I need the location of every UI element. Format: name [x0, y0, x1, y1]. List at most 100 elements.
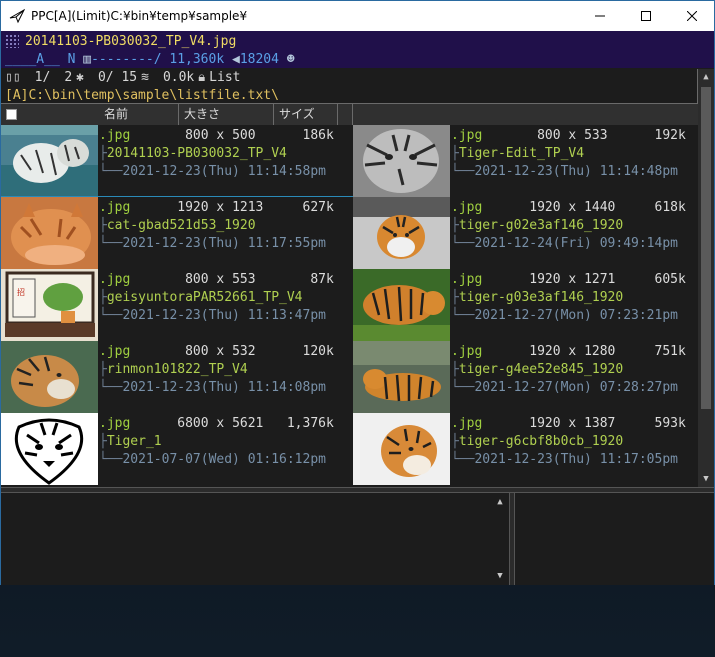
entry-name: Tiger-Edit_TP_V4 — [458, 146, 585, 161]
database-icon: ≋ — [141, 70, 149, 85]
select-all-checkbox[interactable] — [6, 109, 17, 120]
entry-size: 618k — [654, 200, 686, 215]
file-entry[interactable]: .jpg 1920 x 1440 618k ├tiger-g02e3af146_… — [353, 197, 698, 269]
tiger-lineart-thumbnail — [1, 413, 98, 485]
column-size[interactable]: サイズ — [274, 104, 338, 125]
file-entry[interactable]: 招 .jpg 800 x 553 87k ├geisyuntoraPAR5266… — [1, 269, 353, 341]
path-line[interactable]: [A]C:\bin\temp\sample\listfile.txt\ — [1, 87, 698, 104]
status-mode: List — [209, 70, 241, 85]
entry-details: .jpg 800 x 500 186k ├20141103-PB030032_T… — [99, 128, 334, 179]
entry-dims: 1920 x 1213 — [177, 200, 264, 215]
list-scrollbar[interactable]: ▲ ▼ — [698, 69, 714, 487]
entry-ext: .jpg — [99, 272, 131, 287]
entry-details: .jpg 800 x 533 192k ├Tiger-Edit_TP_V4 └─… — [451, 128, 686, 179]
current-filename: 20141103-PB030032_TP_V4.jpg — [25, 34, 237, 49]
close-icon — [687, 11, 697, 21]
attr-size: --------/ 11,360k — [91, 52, 232, 67]
entry-name: cat-gbad521d53_1920 — [106, 218, 256, 233]
entry-ext: .jpg — [451, 416, 483, 431]
entry-name: geisyuntoraPAR52661_TP_V4 — [106, 290, 303, 305]
entry-name: rinmon101822_TP_V4 — [106, 362, 248, 377]
entry-details: .jpg 800 x 553 87k ├geisyuntoraPAR52661_… — [99, 272, 334, 323]
file-entry[interactable]: .jpg 6800 x 5621 1,376k ├Tiger_1 └──2021… — [1, 413, 353, 485]
entry-date: 2021-12-23(Thu) 11:13:47pm — [122, 308, 326, 323]
entry-details: .jpg 1920 x 1387 593k ├tiger-g6cbf8b0cb_… — [451, 416, 686, 467]
status-page: 1/ — [34, 70, 51, 85]
window-title: PPC[A](Limit)C:¥bin¥temp¥sample¥ — [31, 9, 248, 23]
file-entry[interactable]: .jpg 800 x 532 120k ├rinmon101822_TP_V4 … — [1, 341, 353, 413]
log-pane[interactable] — [1, 493, 509, 585]
entry-size: 593k — [654, 416, 686, 431]
column-header: 名前 大きさ サイズ — [1, 104, 698, 125]
alien-icon: ☻ — [286, 52, 295, 67]
scroll-thumb[interactable] — [701, 87, 711, 409]
file-entry[interactable]: .jpg 800 x 500 186k ├20141103-PB030032_T… — [1, 125, 353, 197]
entry-name: Tiger_1 — [106, 434, 162, 449]
info-bar: 20141103-PB030032_TP_V4.jpg ____A__ N ▥-… — [1, 31, 714, 68]
ppc-window: PPC[A](Limit)C:¥bin¥temp¥sample¥ 2014110… — [0, 0, 715, 585]
entry-size: 751k — [654, 344, 686, 359]
lock-icon: 🔒︎ — [198, 70, 206, 85]
entry-size: 87k — [310, 272, 334, 287]
entry-size: 1,376k — [286, 416, 334, 431]
entry-details: .jpg 1920 x 1271 605k ├tiger-g03e3af146_… — [451, 272, 686, 323]
entry-ext: .jpg — [99, 128, 131, 143]
log-scrollbar[interactable]: ▲ ▼ — [493, 495, 507, 585]
maximize-icon — [641, 11, 651, 21]
entry-date: 2021-07-07(Wed) 01:16:12pm — [122, 452, 326, 467]
entry-name: tiger-g6cbf8b0cb_1920 — [458, 434, 624, 449]
entry-date: 2021-12-23(Thu) 11:14:58pm — [122, 164, 326, 179]
file-entry[interactable]: .jpg 1920 x 1387 593k ├tiger-g6cbf8b0cb_… — [353, 413, 698, 485]
log-scroll-up-icon[interactable]: ▲ — [493, 497, 507, 509]
book-icon: ▯▯ — [5, 70, 21, 85]
scroll-up-icon[interactable]: ▲ — [698, 69, 714, 85]
status-line: ▯▯ 1/ 2 ✱ 0/ 15 ≋ 0.0k 🔒︎ List — [1, 68, 714, 87]
entry-date: 2021-12-23(Thu) 11:14:08pm — [122, 380, 326, 395]
entry-name: 20141103-PB030032_TP_V4 — [106, 146, 287, 161]
entry-ext: .jpg — [451, 200, 483, 215]
entry-date: 2021-12-23(Thu) 11:17:55pm — [122, 236, 326, 251]
asterisk-icon: ✱ — [76, 70, 84, 85]
entry-name: tiger-g4ee52e845_1920 — [458, 362, 624, 377]
file-entry[interactable]: .jpg 800 x 533 192k ├Tiger-Edit_TP_V4 └─… — [353, 125, 698, 197]
entry-ext: .jpg — [451, 272, 483, 287]
tiger-white-bg-thumbnail — [353, 413, 450, 485]
file-entry[interactable]: .jpg 1920 x 1280 751k ├tiger-g4ee52e845_… — [353, 341, 698, 413]
entry-details: .jpg 6800 x 5621 1,376k ├Tiger_1 └──2021… — [99, 416, 334, 467]
title-bar[interactable]: PPC[A](Limit)C:¥bin¥temp¥sample¥ — [1, 1, 714, 31]
entry-ext: .jpg — [99, 200, 131, 215]
entry-dims: 800 x 500 — [185, 128, 256, 143]
tiger-lying-thumbnail — [353, 341, 450, 413]
entry-date: 2021-12-23(Thu) 11:17:05pm — [474, 452, 678, 467]
entry-size: 192k — [654, 128, 686, 143]
tiger-snow-thumbnail — [353, 197, 450, 269]
scroll-down-icon[interactable]: ▼ — [698, 471, 714, 487]
entry-dims: 1920 x 1440 — [529, 200, 616, 215]
file-attributes: ____A__ N ▥--------/ 11,360k ◀18204 ☻ — [5, 52, 295, 67]
column-name[interactable]: 名前 — [99, 104, 179, 125]
grid-icon — [5, 34, 19, 48]
entry-size: 120k — [302, 344, 334, 359]
white-tiger-thumbnail — [1, 125, 98, 197]
column-extra[interactable] — [338, 104, 353, 125]
log-scroll-down-icon[interactable]: ▼ — [493, 571, 507, 583]
close-button[interactable] — [669, 1, 715, 31]
entry-name: tiger-g03e3af146_1920 — [458, 290, 624, 305]
attr-count: 18204 — [239, 52, 279, 67]
entry-dims: 1920 x 1271 — [529, 272, 616, 287]
info-pane[interactable] — [515, 493, 714, 585]
file-entry[interactable]: .jpg 1920 x 1213 627k ├cat-gbad521d53_19… — [1, 197, 353, 269]
entry-dims: 1920 x 1387 — [529, 416, 616, 431]
entry-details: .jpg 800 x 532 120k ├rinmon101822_TP_V4 … — [99, 344, 334, 395]
entry-date: 2021-12-23(Thu) 11:14:48pm — [474, 164, 678, 179]
maximize-button[interactable] — [623, 1, 669, 31]
entry-details: .jpg 1920 x 1280 751k ├tiger-g4ee52e845_… — [451, 344, 686, 395]
column-dimensions[interactable]: 大きさ — [179, 104, 274, 125]
minimize-icon — [595, 15, 605, 17]
file-entry[interactable]: .jpg 1920 x 1271 605k ├tiger-g03e3af146_… — [353, 269, 698, 341]
entry-size: 627k — [302, 200, 334, 215]
entry-ext: .jpg — [99, 344, 131, 359]
attr-flags: ____A__ N — [5, 52, 84, 67]
file-list[interactable]: .jpg 800 x 500 186k ├20141103-PB030032_T… — [1, 125, 698, 487]
minimize-button[interactable] — [577, 1, 623, 31]
